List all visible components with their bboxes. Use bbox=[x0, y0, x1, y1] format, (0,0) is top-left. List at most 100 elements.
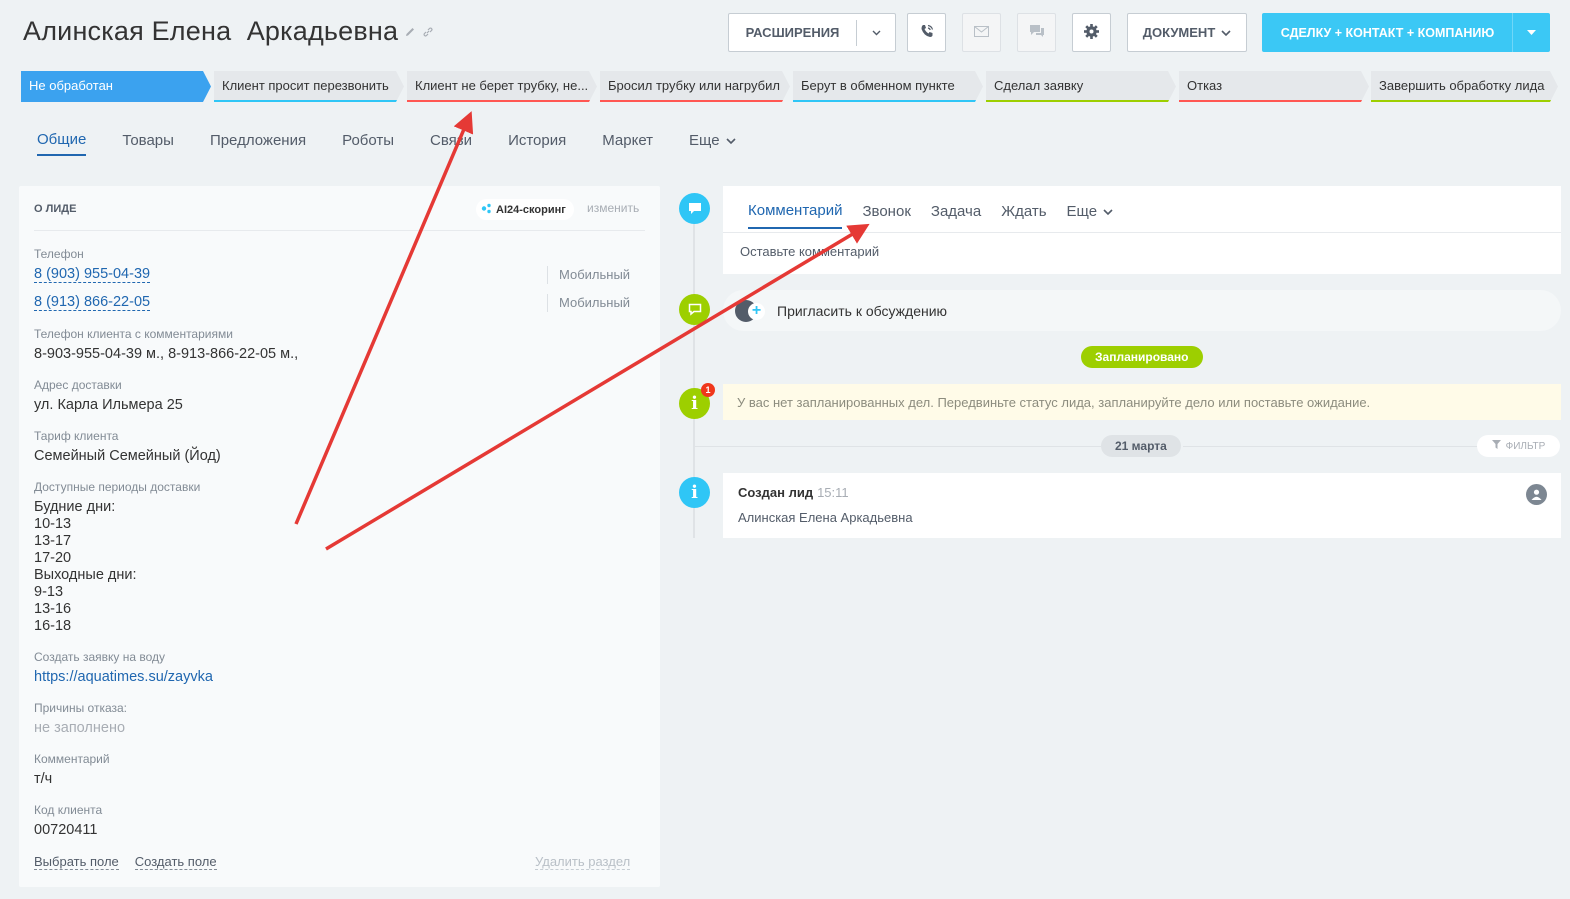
phone-type: Мобильный bbox=[547, 266, 630, 284]
period-line: Будние дни: bbox=[34, 499, 116, 515]
phone-type: Мобильный bbox=[547, 294, 630, 312]
delete-section-link[interactable]: Удалить раздел bbox=[535, 854, 631, 870]
period-line: 13-16 bbox=[34, 601, 72, 617]
tab-label: Маркет bbox=[602, 132, 654, 149]
ai-scoring-label: AI24-скоринг bbox=[496, 203, 566, 216]
order-url-link[interactable]: https://aquatimes.su/zayvka bbox=[34, 669, 213, 685]
comment-input[interactable]: Оставьте комментарий bbox=[740, 244, 879, 259]
comment-icon bbox=[679, 193, 710, 224]
stage-item[interactable]: Клиент просит перезвонить bbox=[214, 71, 404, 102]
tab-general[interactable]: Общие bbox=[37, 131, 87, 156]
tab-products[interactable]: Товары bbox=[122, 131, 174, 156]
date-separator: 21 марта bbox=[1101, 435, 1181, 457]
tab-more[interactable]: Еще bbox=[689, 131, 736, 156]
phone-icon bbox=[919, 23, 935, 42]
user-avatar-icon[interactable] bbox=[1526, 484, 1547, 505]
divider bbox=[1183, 446, 1477, 447]
phone-comments-label: Телефон клиента с комментариями bbox=[34, 327, 233, 341]
composer-tab-task[interactable]: Задача bbox=[931, 202, 981, 229]
tab-history[interactable]: История bbox=[508, 131, 566, 156]
plus-icon: + bbox=[748, 302, 765, 320]
status-bar: Не обработан Клиент просит перезвонить К… bbox=[21, 71, 1561, 103]
phone-row: 8 (903) 955-04-39 bbox=[34, 266, 151, 283]
tab-market[interactable]: Маркет bbox=[602, 131, 653, 156]
event-body: Алинская Елена Аркадьевна bbox=[738, 510, 913, 525]
stage-label: Клиент просит перезвонить bbox=[222, 78, 389, 93]
order-label: Создать заявку на воду bbox=[34, 650, 165, 664]
stage-item[interactable]: Сделал заявку bbox=[986, 71, 1176, 102]
composer-tab-label: Ждать bbox=[1001, 203, 1047, 220]
tab-label: Предложения bbox=[209, 132, 307, 149]
stage-item[interactable]: Берут в обменном пункте bbox=[793, 71, 983, 102]
user-avatar-icon: + bbox=[735, 299, 765, 322]
activity-composer: Комментарий Звонок Задача Ждать Еще Оста… bbox=[723, 186, 1561, 274]
composer-tab-comment[interactable]: Комментарий bbox=[748, 202, 843, 229]
filter-button[interactable]: ФИЛЬТР bbox=[1477, 435, 1560, 457]
chevron-down-icon bbox=[725, 132, 736, 149]
comment-value: т/ч bbox=[34, 771, 53, 787]
composer-tab-wait[interactable]: Ждать bbox=[1001, 202, 1046, 229]
invite-to-discussion[interactable]: + Пригласить к обсуждению bbox=[723, 290, 1561, 331]
edit-pencil-icon[interactable] bbox=[404, 26, 416, 38]
gear-icon bbox=[1083, 23, 1100, 43]
composer-tab-label: Еще bbox=[1066, 203, 1098, 220]
select-field-link[interactable]: Выбрать поле bbox=[34, 854, 119, 870]
stage-item[interactable]: Отказ bbox=[1179, 71, 1369, 102]
composer-tab-more[interactable]: Еще bbox=[1067, 202, 1114, 229]
address-label: Адрес доставки bbox=[34, 378, 122, 392]
change-link[interactable]: изменить bbox=[587, 201, 639, 215]
counter-badge: 1 bbox=[701, 383, 715, 397]
tab-label: Роботы bbox=[342, 132, 395, 149]
event-title: Создан лид 15:11 bbox=[738, 485, 849, 500]
stage-label: Сделал заявку bbox=[994, 78, 1084, 93]
phone-comments-value: 8-903-955-04-39 м., 8-913-866-22-05 м., bbox=[34, 346, 299, 362]
create-field-link[interactable]: Создать поле bbox=[134, 854, 217, 870]
chevron-down-icon bbox=[1221, 25, 1231, 40]
email-button[interactable] bbox=[962, 13, 1001, 52]
stage-label: Завершить обработку лида bbox=[1379, 78, 1545, 93]
delivery-periods-label: Доступные периоды доставки bbox=[34, 480, 201, 494]
divider bbox=[723, 232, 1561, 233]
composer-tab-call[interactable]: Звонок bbox=[862, 202, 910, 229]
chevron-down-icon[interactable] bbox=[857, 30, 895, 36]
stage-label: Берут в обменном пункте bbox=[801, 78, 955, 93]
stage-item[interactable]: Завершить обработку лида bbox=[1371, 71, 1558, 102]
discussion-icon bbox=[679, 294, 710, 325]
no-activities-notice: У вас нет запланированных дел. Передвинь… bbox=[723, 384, 1561, 420]
chat-button[interactable] bbox=[1017, 13, 1056, 52]
tab-offers[interactable]: Предложения bbox=[210, 131, 306, 156]
stage-item[interactable]: Бросил трубку или нагрубил bbox=[600, 71, 790, 102]
call-button[interactable] bbox=[907, 13, 946, 52]
document-button[interactable]: ДОКУМЕНТ bbox=[1127, 13, 1247, 52]
tab-relations[interactable]: Связи bbox=[430, 131, 472, 156]
settings-button[interactable] bbox=[1072, 13, 1111, 52]
period-line: 9-13 bbox=[34, 584, 64, 600]
client-code-label: Код клиента bbox=[34, 803, 103, 817]
period-line: 10-13 bbox=[34, 516, 72, 532]
create-deal-contact-company-button[interactable]: СДЕЛКУ + КОНТАКТ + КОМПАНИЮ bbox=[1262, 13, 1550, 52]
composer-tab-label: Звонок bbox=[862, 203, 911, 220]
stage-item[interactable]: Не обработан bbox=[21, 71, 211, 102]
filter-label: ФИЛЬТР bbox=[1505, 440, 1546, 452]
caret-down-icon[interactable] bbox=[1513, 30, 1549, 35]
extensions-label: РАСШИРЕНИЯ bbox=[745, 25, 840, 40]
link-icon[interactable] bbox=[422, 26, 434, 38]
phone-link[interactable]: 8 (903) 955-04-39 bbox=[34, 266, 151, 283]
chevron-down-icon bbox=[1103, 203, 1113, 220]
stage-label: Бросил трубку или нагрубил bbox=[608, 78, 780, 93]
divider bbox=[34, 230, 645, 231]
tab-robots[interactable]: Роботы bbox=[342, 131, 394, 156]
stage-item[interactable]: Клиент не берет трубку, не... bbox=[407, 71, 597, 102]
tab-label: Еще bbox=[689, 132, 720, 149]
envelope-icon bbox=[974, 25, 989, 40]
refuse-reasons-label: Причины отказа: bbox=[34, 701, 128, 715]
phone-link[interactable]: 8 (913) 866-22-05 bbox=[34, 294, 151, 311]
tariff-label: Тариф клиента bbox=[34, 429, 119, 443]
ai-scoring-badge[interactable]: AI24-скоринг bbox=[476, 199, 574, 220]
stage-label: Клиент не берет трубку, не... bbox=[415, 78, 589, 93]
lead-info-card: О ЛИДЕ AI24-скоринг изменить Телефон 8 (… bbox=[19, 186, 660, 887]
period-line: 17-20 bbox=[34, 550, 72, 566]
info-icon: i bbox=[679, 477, 710, 508]
period-line: Выходные дни: bbox=[34, 567, 137, 583]
extensions-button[interactable]: РАСШИРЕНИЯ bbox=[728, 13, 896, 52]
